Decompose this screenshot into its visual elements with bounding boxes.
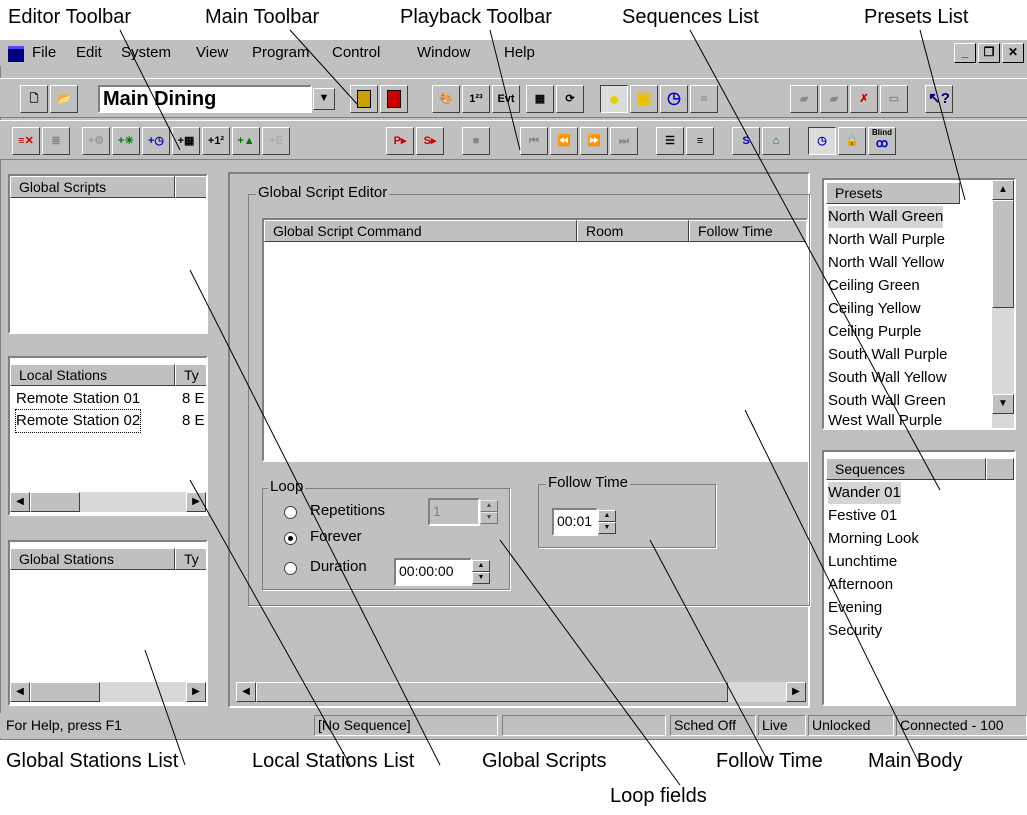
callout-editor-toolbar: Editor Toolbar: [8, 6, 132, 28]
callout-lines: [119, 29, 966, 786]
callout-local-stations-list: Local Stations List: [252, 750, 415, 772]
callout-sequences-list: Sequences List: [622, 6, 759, 28]
callout-main-toolbar: Main Toolbar: [205, 6, 320, 28]
callout-playback-toolbar: Playback Toolbar: [400, 6, 552, 28]
callout-global-stations-list: Global Stations List: [6, 750, 179, 772]
callout-follow-time: Follow Time: [716, 750, 823, 772]
callout-loop-fields: Loop fields: [610, 785, 707, 807]
callout-main-body: Main Body: [868, 750, 963, 772]
callout-global-scripts: Global Scripts: [482, 750, 607, 772]
callout-presets-list: Presets List: [864, 6, 969, 28]
